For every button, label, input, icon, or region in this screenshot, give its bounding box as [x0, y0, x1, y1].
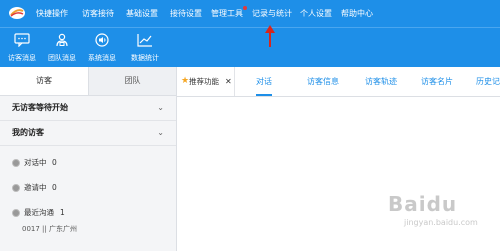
tab-visitor-info[interactable]: 访客信息: [307, 67, 339, 96]
menu-visitor-reception[interactable]: 访客接待: [82, 0, 114, 27]
visitor-entry[interactable]: 0017 || 广东广州: [22, 224, 77, 234]
tab-conversation[interactable]: 对话: [256, 67, 272, 96]
my-visitors-title: 我的访客: [12, 128, 44, 137]
tab-recommended[interactable]: ★ 推荐功能 ✕: [177, 67, 235, 96]
chart-line-icon: [137, 34, 152, 47]
baidu-watermark: Baidu jingyan.baidu.com: [378, 192, 496, 232]
row-count: 1: [60, 208, 65, 217]
visitor-messages-label: 访客消息: [8, 54, 36, 62]
annotation-arrow-icon: [265, 25, 275, 47]
list-item-inviting[interactable]: 邀请中 0: [0, 178, 176, 198]
tab-visitor-card[interactable]: 访客名片: [421, 67, 453, 96]
menu-personal-settings[interactable]: 个人设置: [300, 0, 332, 27]
system-messages-label: 系统消息: [88, 54, 116, 62]
close-icon[interactable]: ✕: [225, 67, 232, 96]
menu-management-tools[interactable]: 管理工具: [211, 0, 243, 27]
waiting-section-header[interactable]: 无访客等待开始 ⌄: [0, 96, 176, 121]
data-statistics-button[interactable]: 数据统计: [125, 28, 165, 67]
chevron-down-icon: ⌄: [157, 103, 164, 112]
top-menu-bar: 快捷操作 访客接待 基础设置 接待设置 管理工具 记录与统计 个人设置 帮助中心: [0, 0, 500, 27]
data-statistics-label: 数据统计: [131, 54, 159, 62]
waiting-section-title: 无访客等待开始: [12, 103, 68, 112]
row-count: 0: [52, 158, 57, 167]
row-label: 最近沟通: [24, 208, 54, 217]
chat-icon: [14, 33, 30, 47]
tab-visitor-track[interactable]: 访客轨迹: [365, 67, 397, 96]
tab-visitors[interactable]: 访客: [0, 67, 88, 95]
list-item-chatting[interactable]: 对话中 0: [0, 153, 176, 173]
speaker-icon: [95, 33, 109, 47]
status-dot-icon: [12, 159, 20, 167]
row-label: 邀请中: [24, 183, 47, 192]
team-messages-button[interactable]: 团队消息: [42, 28, 82, 67]
menu-reception-settings[interactable]: 接待设置: [170, 0, 202, 27]
menu-basic-settings[interactable]: 基础设置: [126, 0, 158, 27]
visitor-messages-button[interactable]: 访客消息: [2, 28, 42, 67]
list-item-recent[interactable]: 最近沟通 1: [0, 203, 176, 223]
watermark-url: jingyan.baidu.com: [404, 218, 478, 227]
star-icon: ★: [181, 76, 190, 86]
chevron-down-icon: ⌄: [157, 128, 164, 137]
my-visitors-section-header[interactable]: 我的访客 ⌄: [0, 121, 176, 146]
menu-quick-actions[interactable]: 快捷操作: [36, 0, 68, 27]
notification-dot: [243, 6, 247, 10]
system-messages-button[interactable]: 系统消息: [82, 28, 122, 67]
menu-help-center[interactable]: 帮助中心: [341, 0, 373, 27]
status-dot-icon: [12, 184, 20, 192]
sidebar-tabs: 访客 团队: [0, 67, 176, 96]
team-messages-label: 团队消息: [48, 54, 76, 62]
row-label: 对话中: [24, 158, 47, 167]
watermark-logo: Baidu: [388, 192, 458, 216]
app-logo-icon: [9, 7, 25, 19]
menu-records-statistics[interactable]: 记录与统计: [252, 0, 292, 27]
main-tabs: ★ 推荐功能 ✕ 对话 访客信息 访客轨迹 访客名片 历史记: [177, 67, 500, 97]
row-count: 0: [52, 183, 57, 192]
tab-history[interactable]: 历史记: [476, 67, 500, 96]
toolbar: 访客消息 团队消息 系统消息 数据统计: [0, 27, 500, 67]
team-icon: [56, 33, 68, 47]
status-dot-icon: [12, 209, 20, 217]
tab-recommended-label: 推荐功能: [189, 77, 219, 86]
tab-team[interactable]: 团队: [88, 67, 176, 95]
